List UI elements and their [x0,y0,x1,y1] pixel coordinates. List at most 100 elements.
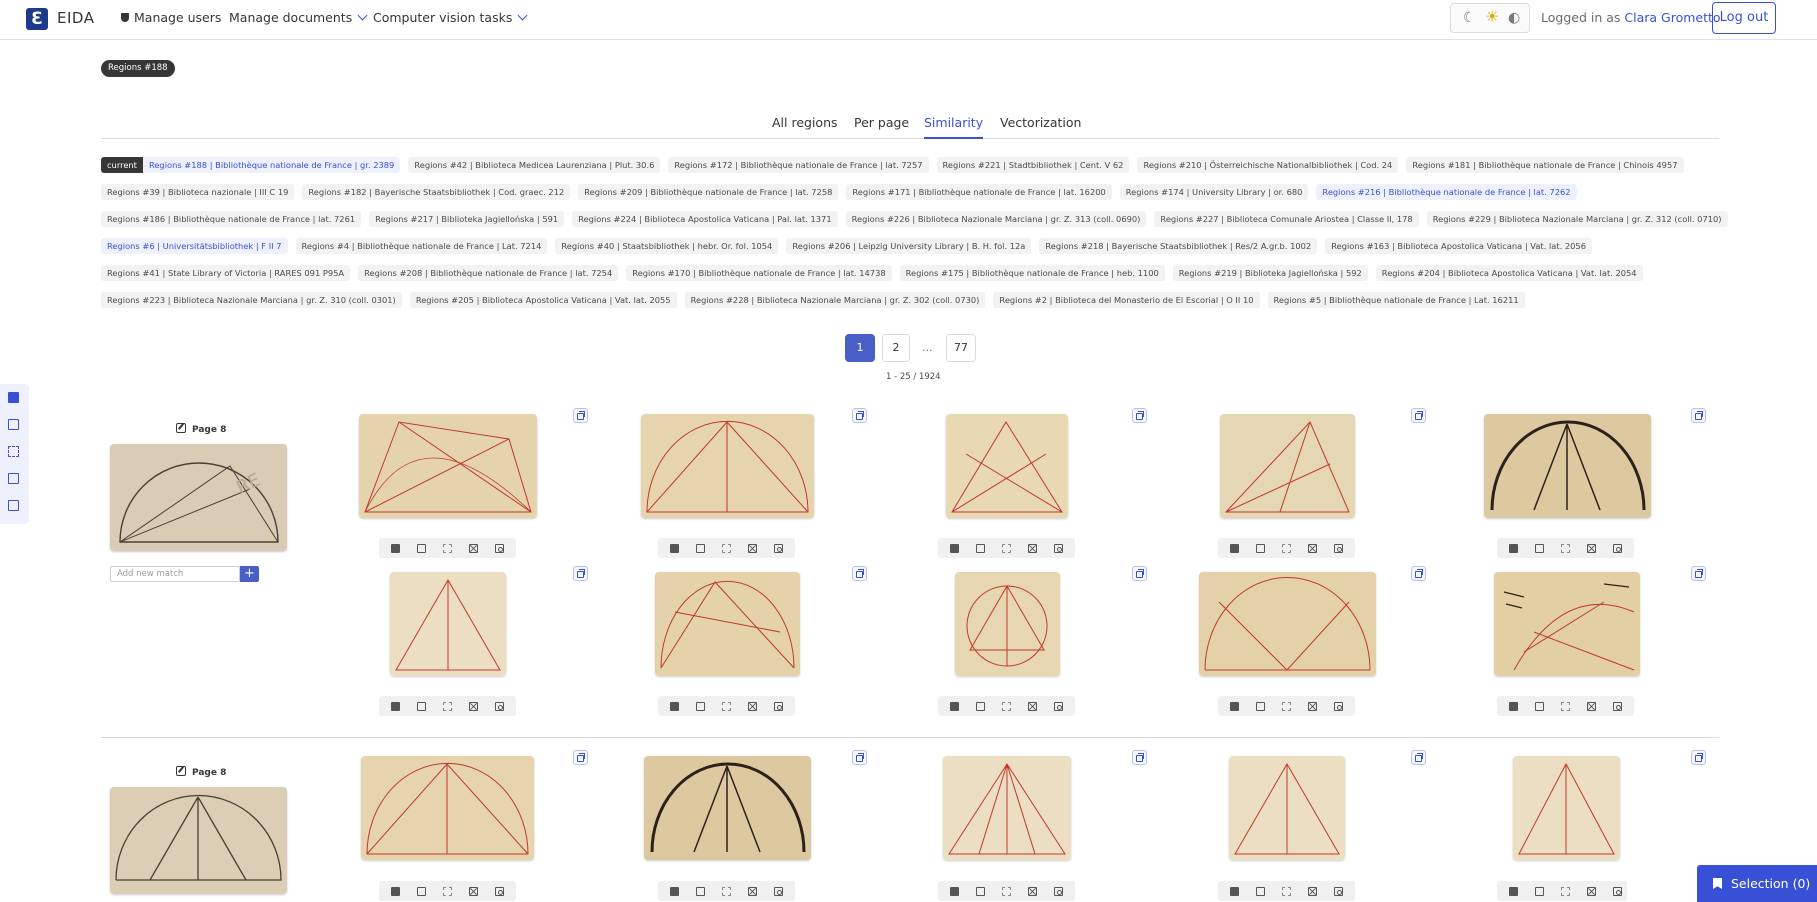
query-page-label[interactable]: Page 8 [176,423,226,435]
portrait-icon[interactable] [1334,702,1343,711]
square-icon[interactable] [670,544,679,553]
region-chip[interactable]: Regions #209 | Bibliothèque nationale de… [578,184,839,200]
stack-icon[interactable] [1256,887,1265,896]
cross-box-icon[interactable] [1028,544,1037,553]
copy-icon[interactable] [1132,408,1147,423]
match-image[interactable] [655,572,800,676]
copy-icon[interactable] [1691,750,1706,765]
portrait-icon[interactable] [774,887,783,896]
query-page-label[interactable]: Page 8 [176,766,226,778]
portrait-icon[interactable] [774,544,783,553]
region-chip[interactable]: Regions #210 | Österreichische Nationalb… [1137,157,1399,173]
copy-icon[interactable] [1561,702,1570,711]
region-chip[interactable]: Regions #6 | Universitätsbibliothek | F … [101,238,288,254]
copy-icon[interactable] [1002,544,1011,553]
square-icon[interactable] [1230,887,1239,896]
portrait-icon[interactable] [495,887,504,896]
stack-icon[interactable] [696,887,705,896]
region-chip[interactable]: Regions #229 | Biblioteca Nazionale Marc… [1426,211,1728,227]
theme-toggle[interactable]: ☾ ☀ ◐ [1450,3,1530,33]
copy-icon[interactable] [1561,887,1570,896]
copy-icon[interactable] [1561,544,1570,553]
match-image[interactable] [1494,572,1640,676]
region-chip[interactable]: Regions #204 | Biblioteca Apostolica Vat… [1375,265,1643,281]
portrait-icon[interactable] [8,500,19,511]
region-chip[interactable]: Regions #227 | Biblioteca Comunale Arios… [1154,211,1419,227]
portrait-icon[interactable] [495,702,504,711]
portrait-icon[interactable] [1334,887,1343,896]
square-icon[interactable] [950,887,959,896]
region-chip[interactable]: Regions #172 | Bibliothèque nationale de… [668,157,929,173]
stack-icon[interactable] [417,702,426,711]
nav-manage-users[interactable]: Manage users [121,10,221,25]
page-button-2[interactable]: 2 [882,334,910,362]
region-chip[interactable]: Regions #206 | Leipzig University Librar… [786,238,1032,254]
moon-icon[interactable]: ☾ [1463,10,1476,26]
region-chip[interactable]: Regions #217 | Biblioteka Jagiellońska |… [369,211,565,227]
sun-icon[interactable]: ☀ [1485,9,1499,25]
match-image[interactable] [946,414,1068,518]
region-chip[interactable]: Regions #224 | Biblioteca Apostolica Vat… [572,211,838,227]
add-match-button[interactable]: + [240,566,259,582]
region-chip[interactable]: Regions #39 | Biblioteca nazionale | III… [101,184,295,200]
region-chip[interactable]: Regions #40 | Staatsbibliothek | hebr. O… [555,238,779,254]
copy-icon[interactable] [573,566,588,581]
tab-similarity[interactable]: Similarity [924,115,984,139]
region-chip[interactable]: Regions #188 | Bibliothèque nationale de… [142,157,401,173]
copy-icon[interactable] [1411,566,1426,581]
match-image[interactable] [359,414,537,518]
match-image[interactable] [1220,414,1355,518]
portrait-icon[interactable] [1054,702,1063,711]
copy-icon[interactable] [722,887,731,896]
region-chip[interactable]: Regions #42 | Biblioteca Medicea Laurenz… [408,157,661,173]
region-chip[interactable]: Regions #208 | Bibliothèque nationale de… [358,265,619,281]
square-icon[interactable] [670,702,679,711]
region-chip[interactable]: Regions #221 | Stadtbibliothek | Cent. V… [936,157,1130,173]
copy-icon[interactable] [852,408,867,423]
portrait-icon[interactable] [1054,544,1063,553]
region-chip[interactable]: Regions #205 | Biblioteca Apostolica Vat… [409,292,677,308]
region-chip[interactable]: Regions #216 | Bibliothèque nationale de… [1316,184,1577,200]
copy-icon[interactable] [443,544,452,553]
stack-icon[interactable] [8,419,19,430]
copy-icon[interactable] [8,446,19,457]
stack-icon[interactable] [417,544,426,553]
copy-icon[interactable] [722,544,731,553]
square-select-icon[interactable] [8,392,19,403]
copy-icon[interactable] [1411,408,1426,423]
stack-icon[interactable] [1535,702,1544,711]
square-icon[interactable] [950,702,959,711]
square-icon[interactable] [391,702,400,711]
stack-icon[interactable] [976,702,985,711]
cross-box-icon[interactable] [1587,544,1596,553]
match-image[interactable] [1513,756,1620,860]
stack-icon[interactable] [1256,544,1265,553]
region-chip[interactable]: Regions #171 | Bibliothèque nationale de… [846,184,1112,200]
edit-icon[interactable] [176,766,186,776]
region-chip[interactable]: Regions #226 | Biblioteca Nazionale Marc… [845,211,1147,227]
stack-icon[interactable] [696,544,705,553]
copy-icon[interactable] [1691,566,1706,581]
stack-icon[interactable] [1535,887,1544,896]
square-icon[interactable] [950,544,959,553]
copy-icon[interactable] [573,750,588,765]
copy-icon[interactable] [852,750,867,765]
match-image[interactable] [1199,572,1376,676]
cross-box-icon[interactable] [1028,702,1037,711]
stack-icon[interactable] [1256,702,1265,711]
tab-vectorization[interactable]: Vectorization [1000,115,1081,139]
square-icon[interactable] [391,544,400,553]
query-image[interactable] [110,787,287,894]
region-chip[interactable]: Regions #223 | Biblioteca Nazionale Marc… [101,292,402,308]
copy-icon[interactable] [1411,750,1426,765]
match-image[interactable] [943,756,1071,860]
match-image[interactable] [955,572,1060,676]
contrast-icon[interactable]: ◐ [1508,10,1520,26]
match-image[interactable] [390,572,506,676]
copy-icon[interactable] [852,566,867,581]
page-button-last[interactable]: 77 [946,334,976,362]
eida-logo[interactable]: Ɛ [26,8,48,30]
nav-manage-documents[interactable]: Manage documents [229,10,368,25]
logout-button[interactable]: Log out [1712,2,1776,34]
cross-box-icon[interactable] [1028,887,1037,896]
